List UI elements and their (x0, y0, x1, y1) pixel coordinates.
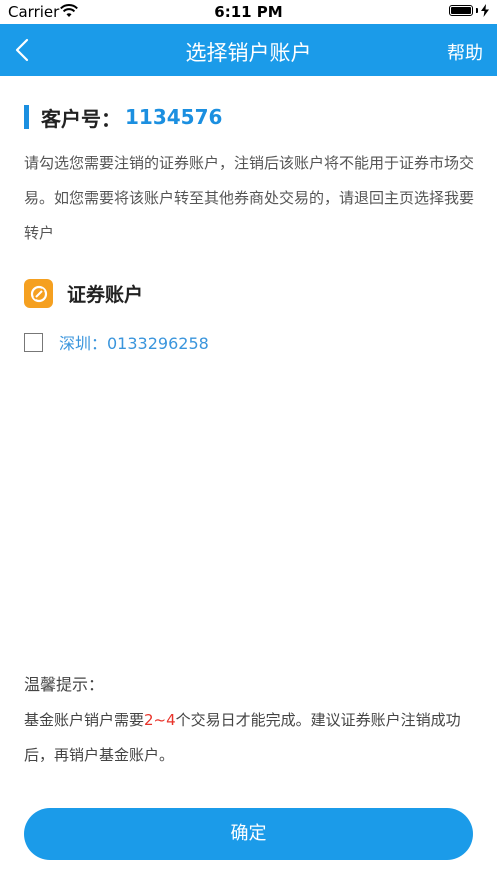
customer-number-label: 客户号： (41, 106, 121, 131)
tips-body: 基金账户销户需要2~4个交易日才能完成。建议证券账户注销成功后，再销户基金账户。 (24, 703, 476, 773)
customer-number-value: 1134576 (125, 105, 223, 129)
status-bar: Carrier 6:11 PM (0, 0, 497, 24)
securities-section-header: 证券账户 (24, 279, 143, 308)
account-item-shenzhen[interactable]: 深圳：0133296258 (24, 330, 209, 354)
page-title: 选择销户账户 (185, 41, 312, 65)
status-time: 6:11 PM (214, 3, 283, 21)
securities-account-icon (24, 279, 53, 308)
customer-number-row: 客户号： 1134576 (24, 104, 223, 131)
section-indicator (24, 105, 29, 129)
account-checkbox[interactable] (24, 332, 43, 352)
confirm-button[interactable]: 确定 (24, 808, 473, 860)
account-label: 深圳：0133296258 (59, 334, 209, 353)
charging-icon (481, 4, 489, 17)
battery-icon (449, 4, 489, 17)
instruction-text: 请勾选您需要注销的证券账户，注销后该账户将不能用于证券市场交易。如您需要将该账户… (24, 154, 475, 242)
securities-section-title: 证券账户 (67, 284, 144, 306)
tips-title: 温馨提示： (24, 675, 105, 694)
tips-body-highlight: 2~4 (144, 711, 176, 729)
nav-bar: 选择销户账户 帮助 (0, 24, 497, 76)
tips-body-text-start: 基金账户销户需要 (24, 711, 145, 729)
help-button[interactable]: 帮助 (447, 39, 483, 65)
